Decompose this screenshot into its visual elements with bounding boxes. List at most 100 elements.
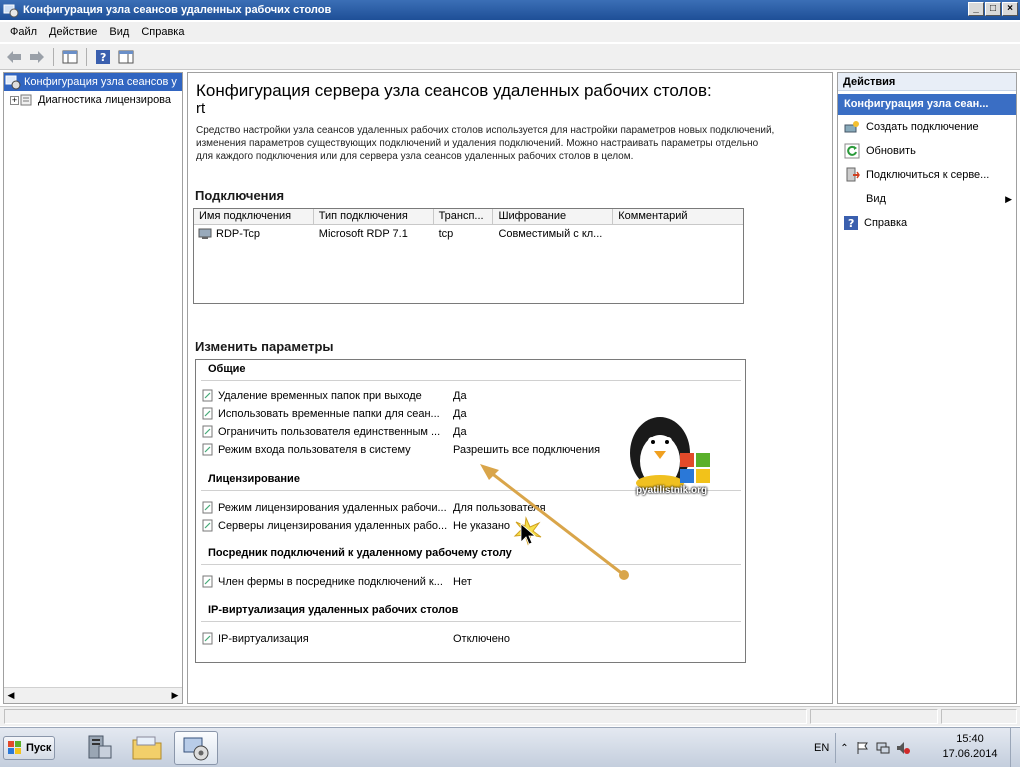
- close-button[interactable]: ×: [1002, 2, 1018, 16]
- window-title: Конфигурация узла сеансов удаленных рабо…: [23, 4, 332, 16]
- toolbar: ?: [0, 44, 1020, 70]
- column-header[interactable]: Трансп...: [434, 209, 494, 224]
- expand-icon[interactable]: +: [10, 95, 19, 105]
- penguin-logo-icon: [630, 417, 710, 491]
- forward-arrow-icon: [30, 50, 44, 63]
- rdsh-config-icon: [183, 737, 209, 761]
- server-name: rt: [196, 100, 206, 117]
- scroll-left-icon[interactable]: ◀: [6, 690, 16, 700]
- help-toolbar-button[interactable]: ?: [93, 47, 113, 67]
- tree-item-label: Диагностика лицензирова: [38, 94, 172, 106]
- menu-action[interactable]: Действие: [43, 26, 103, 38]
- tree-item-rdsh-config[interactable]: Конфигурация узла сеансов у: [4, 73, 182, 91]
- taskbar-rdsh-config[interactable]: [174, 731, 218, 765]
- description-text: Средство настройки узла сеансов удаленны…: [196, 125, 775, 162]
- action-connect-to-server[interactable]: Подключиться к серве...: [838, 163, 1016, 187]
- action-help[interactable]: ? Справка: [838, 211, 1016, 235]
- back-arrow-icon: [7, 50, 21, 63]
- clock-time: 15:40: [956, 733, 984, 745]
- group-title-ip-virtualization: IP-виртуализация удаленных рабочих столо…: [208, 604, 459, 616]
- app-icon: [3, 4, 19, 18]
- setting-icon: [202, 519, 213, 532]
- connections-header: Имя подключения Тип подключения Трансп..…: [194, 209, 743, 225]
- setting-row[interactable]: Удаление временных папок при выходе Да: [202, 387, 742, 404]
- setting-icon: [202, 575, 213, 588]
- forward-button[interactable]: [27, 47, 47, 67]
- clock[interactable]: 15:40 17.06.2014: [930, 732, 1010, 762]
- folder-icon: [132, 736, 162, 760]
- minimize-button[interactable]: _: [968, 2, 984, 16]
- column-header[interactable]: Имя подключения: [194, 209, 314, 224]
- windows-logo-icon: [8, 741, 21, 754]
- column-header[interactable]: Комментарий: [613, 209, 743, 224]
- flag-icon[interactable]: [855, 740, 871, 756]
- console-tree-icon: [62, 50, 78, 63]
- setting-row[interactable]: IP-виртуализация Отключено: [202, 630, 742, 647]
- connections-table: Имя подключения Тип подключения Трансп..…: [193, 208, 744, 304]
- actions-pane: Действия Конфигурация узла сеан... Созда…: [837, 72, 1017, 704]
- action-pane-icon: [118, 50, 134, 63]
- status-cell: [4, 709, 807, 724]
- help-icon: ?: [844, 216, 858, 230]
- taskbar: Пуск EN ⌃ 15:40 17.06.2014: [0, 727, 1020, 767]
- start-button[interactable]: Пуск: [3, 736, 55, 760]
- tree-item-licensing-diagnostics[interactable]: + Диагностика лицензирова: [4, 91, 182, 109]
- actions-header: Действия: [838, 73, 1016, 91]
- column-header[interactable]: Шифрование: [493, 209, 614, 224]
- setting-row[interactable]: Серверы лицензирования удаленных рабо...…: [202, 517, 742, 534]
- column-header[interactable]: Тип подключения: [314, 209, 434, 224]
- volume-muted-icon[interactable]: [895, 740, 911, 756]
- status-cell: [941, 709, 1017, 724]
- system-tray: EN ⌃: [808, 728, 913, 767]
- action-refresh[interactable]: Обновить: [838, 139, 1016, 163]
- toolbar-separator: [86, 47, 87, 66]
- menu-file[interactable]: Файл: [4, 26, 43, 38]
- scroll-right-icon[interactable]: ▶: [170, 690, 180, 700]
- console-tree: Конфигурация узла сеансов у + Диагностик…: [3, 72, 183, 704]
- svg-text:?: ?: [848, 217, 854, 230]
- network-icon[interactable]: [875, 740, 891, 756]
- setting-icon: [202, 443, 213, 456]
- setting-icon: [202, 407, 213, 420]
- show-hidden-icons-icon[interactable]: ⌃: [836, 743, 852, 754]
- connections-title: Подключения: [195, 188, 285, 203]
- group-title-broker: Посредник подключений к удаленному рабоч…: [208, 547, 512, 559]
- group-divider: [201, 380, 741, 381]
- table-row[interactable]: RDP-Tcp Microsoft RDP 7.1 tcp Совместимы…: [194, 225, 743, 243]
- taskbar-explorer[interactable]: [125, 731, 169, 765]
- tree-item-label: Конфигурация узла сеансов у: [24, 76, 177, 88]
- diagnostics-icon: [20, 94, 32, 106]
- menu-view[interactable]: Вид: [103, 26, 135, 38]
- back-button[interactable]: [4, 47, 24, 67]
- action-create-connection[interactable]: Создать подключение: [838, 115, 1016, 139]
- menu-help[interactable]: Справка: [135, 26, 190, 38]
- title-bar: Конфигурация узла сеансов удаленных рабо…: [0, 0, 1020, 20]
- submenu-arrow-icon: ▶: [1005, 193, 1012, 204]
- rdp-connection-icon: [198, 228, 212, 239]
- show-console-tree-button[interactable]: [60, 47, 80, 67]
- help-icon: ?: [96, 49, 110, 64]
- language-indicator[interactable]: EN: [808, 742, 835, 754]
- new-connection-icon: [844, 121, 859, 133]
- show-desktop-button[interactable]: [1010, 728, 1020, 767]
- actions-subheader[interactable]: Конфигурация узла сеан...: [838, 94, 1016, 115]
- horizontal-scrollbar[interactable]: ◀ ▶: [4, 687, 182, 703]
- cell-type: Microsoft RDP 7.1: [318, 228, 408, 240]
- edit-settings-title: Изменить параметры: [195, 339, 334, 354]
- cell-name: RDP-Tcp: [216, 228, 261, 240]
- maximize-button[interactable]: □: [985, 2, 1001, 16]
- connect-server-icon: [846, 167, 860, 182]
- refresh-icon: [844, 143, 860, 159]
- details-pane: Конфигурация сервера узла сеансов удален…: [187, 72, 833, 704]
- show-action-pane-button[interactable]: [116, 47, 136, 67]
- rdsh-config-icon: [5, 75, 21, 90]
- action-view[interactable]: Вид ▶: [838, 187, 1016, 211]
- setting-row[interactable]: Член фермы в посреднике подключений к...…: [202, 573, 742, 590]
- group-title-licensing: Лицензирование: [208, 473, 300, 485]
- watermark-logo: pyatilistnik.org: [618, 413, 728, 513]
- menu-bar: Файл Действие Вид Справка: [0, 22, 1020, 42]
- status-bar: [0, 706, 1020, 726]
- start-label: Пуск: [26, 742, 52, 754]
- toolbar-separator: [53, 47, 54, 66]
- taskbar-server-manager[interactable]: [76, 731, 120, 765]
